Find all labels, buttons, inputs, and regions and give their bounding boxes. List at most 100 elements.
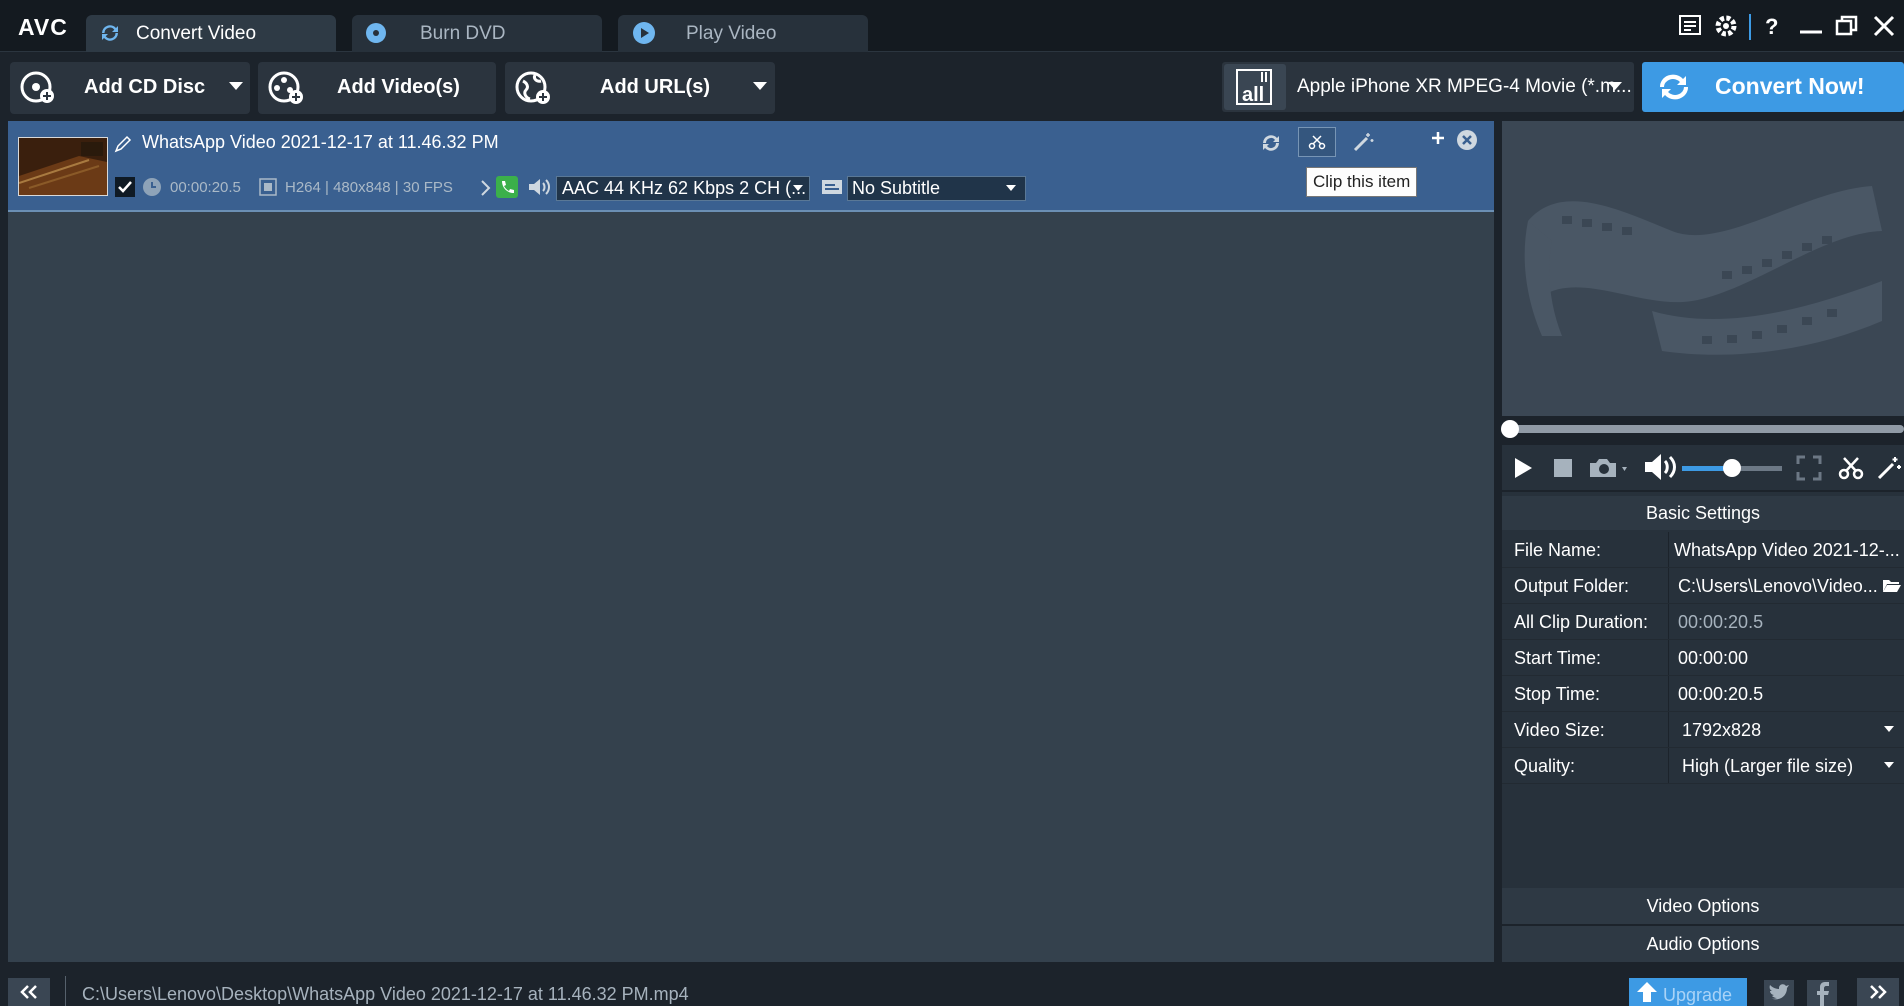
film-strip-icon [1524, 186, 1882, 355]
add-cd-disc-label: Add CD Disc [84, 76, 206, 98]
setting-video-size[interactable]: Video Size: 1792x828 [1502, 712, 1904, 748]
chevron-down-icon[interactable] [1884, 762, 1894, 768]
add-urls-button[interactable]: Add URL(s) [505, 62, 775, 114]
profile-all-icon: all [1224, 64, 1286, 110]
divider [65, 976, 66, 1006]
video-options-button[interactable]: Video Options [1502, 888, 1904, 924]
item-checkbox[interactable] [115, 177, 135, 197]
chevron-down-icon [1006, 185, 1016, 191]
video-preview[interactable] [1502, 121, 1904, 416]
scissors-icon[interactable] [1838, 455, 1864, 481]
setting-value[interactable]: 00:00:00 [1678, 648, 1748, 669]
seek-handle[interactable] [1501, 420, 1519, 438]
remove-item-icon[interactable] [1456, 129, 1478, 151]
tab-burn-dvd[interactable]: Burn DVD [352, 15, 602, 52]
file-list[interactable] [8, 121, 1494, 962]
facebook-icon[interactable] [1807, 980, 1837, 1006]
chevron-down-icon[interactable] [1608, 82, 1622, 90]
play-icon [632, 21, 656, 45]
setting-output-folder[interactable]: Output Folder: C:\Users\Lenovo\Video... [1502, 568, 1904, 604]
audio-track-label: AAC 44 KHz 62 Kbps 2 CH (... [562, 178, 807, 198]
divider [1668, 712, 1669, 747]
restore-icon[interactable] [1833, 12, 1861, 40]
tab-play-video[interactable]: Play Video [618, 15, 868, 52]
collapse-button[interactable] [8, 978, 50, 1006]
clip-button[interactable] [1298, 127, 1336, 157]
setting-value[interactable]: 1792x828 [1682, 720, 1761, 741]
chevron-down-icon [793, 185, 803, 191]
setting-stop-time[interactable]: Stop Time: 00:00:20.5 [1502, 676, 1904, 712]
chevron-down-icon[interactable] [753, 82, 767, 90]
seek-bar[interactable] [1510, 425, 1904, 433]
tab-convert-video[interactable]: Convert Video [86, 15, 336, 52]
divider [1668, 532, 1669, 567]
setting-value[interactable]: 00:00:20.5 [1678, 684, 1763, 705]
divider [1668, 568, 1669, 603]
setting-value[interactable]: WhatsApp Video 2021-12-... [1674, 540, 1900, 561]
divider [1668, 604, 1669, 639]
divider [1668, 640, 1669, 675]
globe-add-icon [515, 71, 551, 105]
chevron-right-icon[interactable] [480, 179, 492, 197]
magic-wand-icon[interactable] [1876, 455, 1902, 481]
divider [1749, 14, 1751, 40]
setting-start-time[interactable]: Start Time: 00:00:00 [1502, 640, 1904, 676]
refresh-icon [98, 21, 122, 45]
add-videos-label: Add Video(s) [337, 76, 460, 98]
tab-label: Play Video [686, 23, 777, 44]
play-icon[interactable] [1512, 456, 1534, 480]
setting-file-name[interactable]: File Name: WhatsApp Video 2021-12-... [1502, 532, 1904, 568]
close-icon[interactable] [1870, 12, 1898, 40]
audio-options-button[interactable]: Audio Options [1502, 926, 1904, 962]
setting-all-clip-duration: All Clip Duration: 00:00:20.5 [1502, 604, 1904, 640]
setting-key: Video Size: [1514, 720, 1605, 740]
minimize-icon[interactable] [1797, 12, 1825, 40]
expand-button[interactable] [1857, 978, 1899, 1006]
edit-title-icon[interactable] [114, 135, 132, 153]
status-file-path: C:\Users\Lenovo\Desktop\WhatsApp Video 2… [82, 984, 689, 1004]
profile-all-text: all [1242, 84, 1264, 106]
app-logo: AVC [18, 14, 68, 40]
setting-value[interactable]: High (Larger file size) [1682, 756, 1853, 777]
add-videos-button[interactable]: Add Video(s) [258, 62, 496, 114]
phone-icon [496, 176, 518, 198]
camera-icon[interactable] [1588, 455, 1630, 481]
stop-icon[interactable] [1553, 458, 1573, 478]
setting-key: Output Folder: [1514, 576, 1630, 596]
plus-icon[interactable] [1430, 130, 1446, 146]
chevron-down-icon[interactable] [1884, 726, 1894, 732]
add-urls-label: Add URL(s) [600, 76, 710, 98]
setting-key: Start Time: [1514, 648, 1602, 668]
video-thumbnail[interactable] [18, 137, 108, 196]
twitter-icon[interactable] [1764, 980, 1794, 1006]
scissors-icon [1308, 133, 1326, 151]
output-profile-select[interactable]: all Apple iPhone XR MPEG-4 Movie (*.m... [1222, 62, 1634, 112]
divider [1668, 748, 1669, 783]
disc-icon [364, 21, 388, 45]
volume-handle[interactable] [1723, 459, 1741, 477]
magic-wand-icon[interactable] [1352, 131, 1374, 153]
task-list-icon[interactable] [1677, 12, 1705, 40]
item-title[interactable]: WhatsApp Video 2021-12-17 at 11.46.32 PM [142, 132, 499, 153]
audio-track-select[interactable]: AAC 44 KHz 62 Kbps 2 CH (... [556, 176, 810, 201]
refresh-icon[interactable] [1260, 132, 1282, 154]
subtitle-select[interactable]: No Subtitle [847, 176, 1026, 201]
volume-icon[interactable] [1643, 452, 1679, 482]
convert-now-button[interactable]: Convert Now! [1642, 62, 1904, 112]
chevron-down-icon[interactable] [229, 82, 243, 90]
basic-settings-header[interactable]: Basic Settings [1502, 496, 1904, 530]
gear-icon[interactable] [1712, 12, 1740, 40]
setting-key: Stop Time: [1514, 684, 1601, 704]
folder-open-icon[interactable] [1882, 577, 1902, 593]
item-duration: 00:00:20.5 [170, 179, 241, 196]
add-cd-disc-button[interactable]: Add CD Disc [10, 62, 250, 114]
help-icon[interactable]: ? [1757, 12, 1785, 40]
upgrade-button[interactable]: Upgrade [1629, 978, 1747, 1006]
setting-quality[interactable]: Quality: High (Larger file size) [1502, 748, 1904, 784]
fullscreen-icon[interactable] [1796, 455, 1822, 481]
setting-value: 00:00:20.5 [1678, 612, 1764, 632]
upgrade-label: Upgrade [1663, 985, 1733, 1005]
arrow-up-icon [1635, 980, 1659, 1004]
setting-key: File Name: [1514, 540, 1602, 560]
setting-value[interactable]: C:\Users\Lenovo\Video... [1678, 576, 1878, 597]
